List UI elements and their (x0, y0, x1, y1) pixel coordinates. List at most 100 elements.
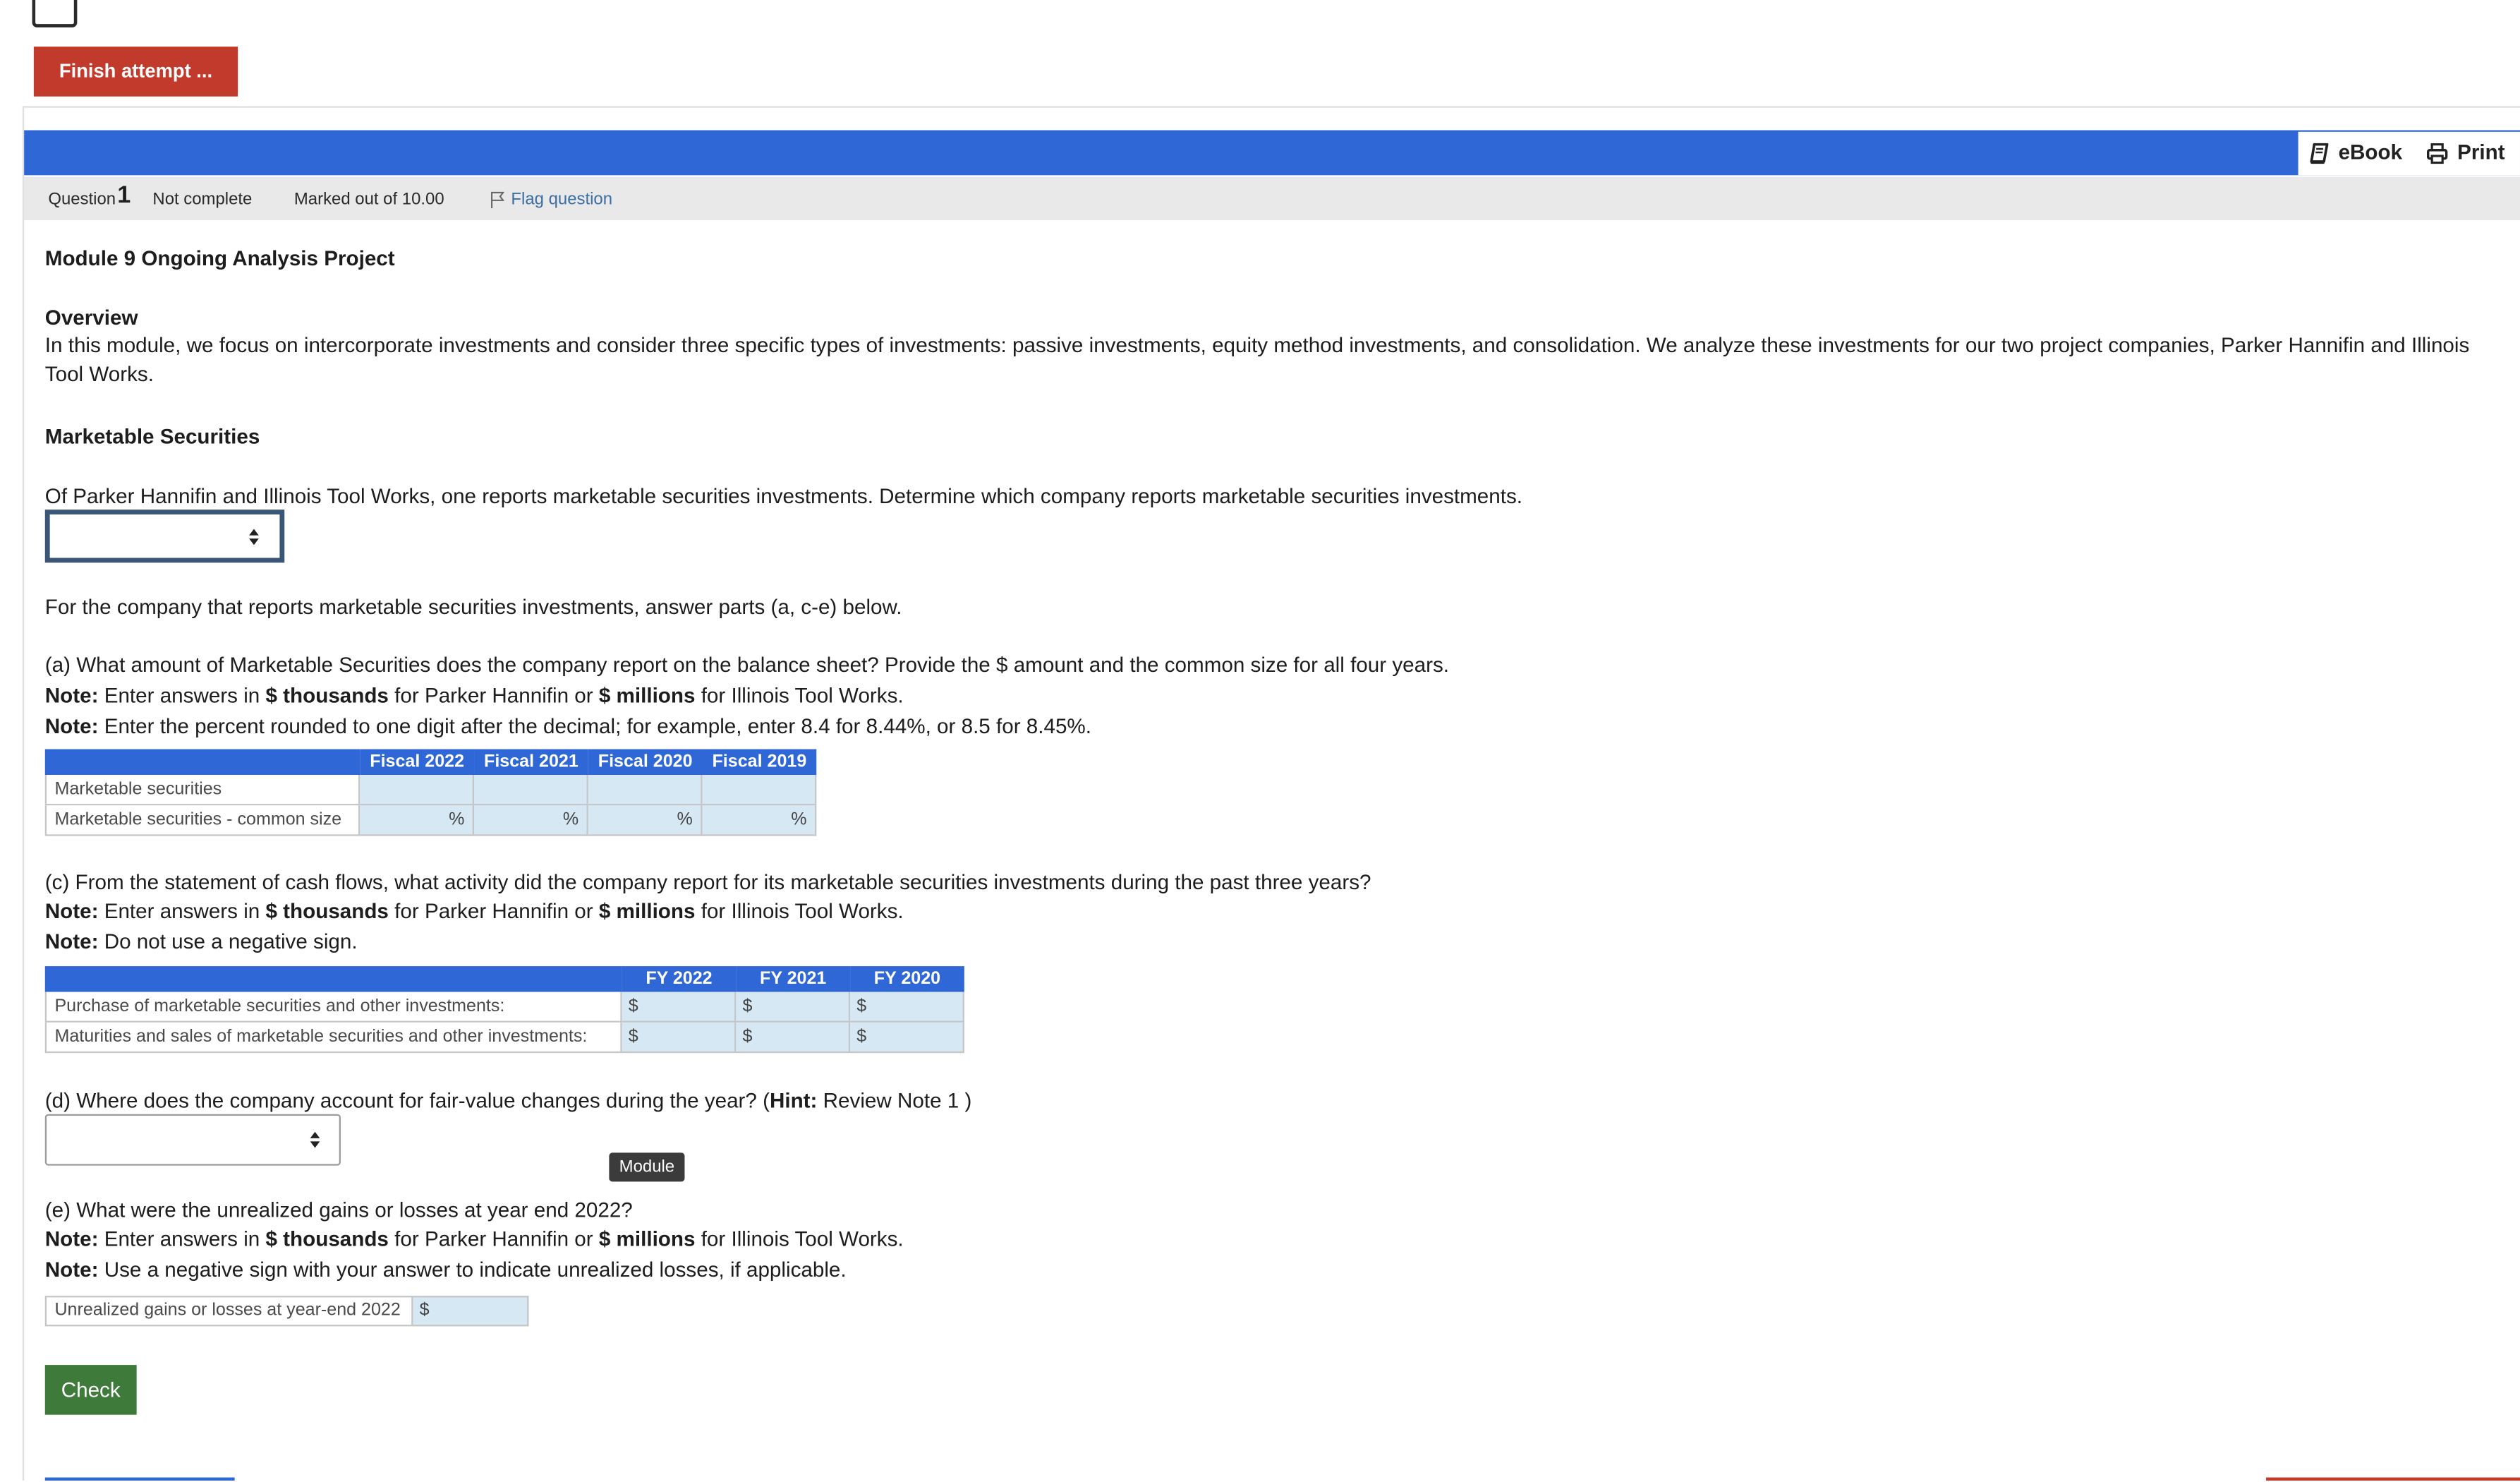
part-a-note-percent: Note: Enter the percent rounded to one d… (45, 710, 1449, 740)
part-c-note-units: Note: Enter answers in $ thousands for P… (45, 898, 1371, 927)
toolbar-links: eBook Print (2298, 131, 2520, 176)
table-cell: % (588, 805, 703, 836)
instructions: For the company that reports marketable … (44, 594, 902, 618)
row-label-maturities-sales: Maturities and sales of marketable secur… (44, 1022, 622, 1054)
note-text: Enter answers in (98, 1227, 266, 1251)
note-emphasis: $ millions (598, 899, 696, 924)
note-emphasis: $ millions (598, 1227, 696, 1251)
flag-question-link[interactable]: Flag question (490, 185, 612, 214)
fair-value-select[interactable] (44, 1114, 341, 1166)
note-emphasis: $ thousands (265, 899, 389, 924)
note-text: for Parker Hannifin or (388, 899, 599, 924)
flag-icon (491, 191, 505, 209)
part-a-note-units: Note: Enter answers in $ thousands for P… (45, 679, 1449, 709)
note-label: Note: (44, 682, 99, 707)
note-text: for Illinois Tool Works. (695, 1227, 904, 1251)
table-header-fiscal-2021: Fiscal 2021 (474, 749, 588, 776)
table-cell: $ (736, 992, 851, 1023)
note-text: for Parker Hannifin or (388, 1227, 599, 1251)
note-label: Note: (44, 929, 99, 953)
question-grade: Marked out of 10.00 (293, 189, 444, 210)
note-text: Enter the percent rounded to one digit a… (98, 713, 1092, 737)
table-header-fiscal-2019: Fiscal 2019 (702, 749, 817, 776)
ebook-link[interactable]: eBook (2310, 138, 2413, 167)
maturities-2021-input[interactable] (736, 1022, 849, 1052)
part-a-table: Fiscal 2022 Fiscal 2021 Fiscal 2020 Fisc… (44, 749, 817, 836)
section-heading: Marketable Securities (44, 423, 260, 448)
note-text: Enter answers in (98, 682, 266, 707)
question-state: Not complete (152, 189, 253, 210)
part-c-note-sign: Note: Do not use a negative sign. (45, 927, 1371, 957)
finish-attempt-button[interactable]: Finish attempt ... (33, 47, 238, 97)
marketable-securities-2022-input[interactable] (360, 775, 473, 805)
part-c-text: (c) From the statement of cash flows, wh… (45, 868, 1371, 957)
part-a-text: (a) What amount of Marketable Securities… (45, 649, 1449, 740)
marketable-securities-2020-input[interactable] (588, 775, 701, 805)
note-emphasis: $ thousands (265, 682, 389, 707)
overview-heading: Overview (44, 304, 138, 329)
table-cell: % (360, 805, 475, 836)
part-e-note-units: Note: Enter answers in $ thousands for P… (45, 1225, 904, 1255)
purchases-2022-input[interactable] (622, 992, 735, 1021)
table-header-blank (44, 749, 361, 776)
select-arrows-icon (249, 528, 260, 545)
question-label: Question (48, 189, 116, 210)
table-cell: % (702, 805, 817, 836)
note-text: Use a negative sign with your answer to … (98, 1256, 847, 1282)
prompt-text: Review Note 1 ) (817, 1088, 972, 1112)
part-e-text: (e) What were the unrealized gains or lo… (45, 1195, 904, 1284)
note-label: Note: (44, 1227, 99, 1251)
table-cell: $ (850, 992, 964, 1023)
maturities-2022-input[interactable] (622, 1022, 735, 1052)
note-text: Enter answers in (98, 899, 266, 924)
note-text: for Illinois Tool Works. (695, 682, 904, 707)
printer-icon (2426, 143, 2448, 164)
table-cell: $ (413, 1296, 529, 1327)
note-emphasis: $ thousands (265, 1227, 389, 1251)
table-cell (360, 775, 475, 806)
percent-unit: % (677, 810, 693, 830)
content-top-border (22, 106, 2520, 108)
table-cell: $ (622, 1022, 737, 1054)
table-header-fy-2020: FY 2020 (850, 966, 964, 992)
row-label-unrealized: Unrealized gains or losses at year-end 2… (44, 1296, 413, 1327)
purchases-2021-input[interactable] (736, 992, 849, 1021)
note-text: for Parker Hannifin or (388, 682, 599, 707)
question-title: Module 9 Ongoing Analysis Project (44, 245, 395, 270)
percent-unit: % (449, 810, 465, 830)
company-select[interactable] (44, 510, 285, 563)
tooltip: Module (609, 1152, 685, 1182)
part-e-note-sign: Note: Use a negative sign with your answ… (45, 1255, 904, 1285)
checkbox[interactable] (32, 0, 78, 28)
table-cell: $ (622, 992, 737, 1023)
unrealized-gains-input[interactable] (413, 1297, 528, 1325)
overview-text: In this module, we focus on intercorpora… (44, 332, 2470, 387)
row-label-purchases: Purchase of marketable securities and ot… (44, 992, 622, 1023)
next-button-edge[interactable] (2266, 1477, 2520, 1481)
note-text: Do not use a negative sign. (98, 929, 358, 953)
print-label: Print (2457, 140, 2505, 164)
marketable-securities-2019-input[interactable] (702, 775, 815, 805)
note-emphasis: $ millions (598, 682, 696, 707)
quiz-page: Finish attempt ... eBook Print Question … (0, 0, 2520, 1481)
previous-button-edge[interactable] (44, 1477, 235, 1481)
part-d-prompt: (d) Where does the company account for f… (45, 1085, 972, 1115)
question-number: 1 (117, 181, 131, 210)
purchases-2020-input[interactable] (850, 992, 963, 1021)
marketable-securities-2021-input[interactable] (474, 775, 587, 805)
question-toolbar (24, 130, 2520, 176)
part-e-prompt: (e) What were the unrealized gains or lo… (44, 1197, 633, 1222)
check-button[interactable]: Check (44, 1365, 137, 1415)
table-cell (702, 775, 817, 806)
part-c-prompt: (c) From the statement of cash flows, wh… (44, 869, 1371, 894)
note-text: for Illinois Tool Works. (695, 899, 904, 924)
book-icon (2310, 143, 2329, 164)
question-info-bar: Question 1 Not complete Marked out of 10… (24, 176, 2520, 221)
note-label: Note: (44, 1256, 99, 1282)
print-link[interactable]: Print (2426, 138, 2510, 167)
table-cell: $ (850, 1022, 964, 1054)
maturities-2020-input[interactable] (850, 1022, 963, 1052)
part-c-table: FY 2022 FY 2021 FY 2020 Purchase of mark… (44, 966, 964, 1054)
table-cell: $ (736, 1022, 851, 1054)
row-label-common-size: Marketable securities - common size (44, 805, 361, 836)
